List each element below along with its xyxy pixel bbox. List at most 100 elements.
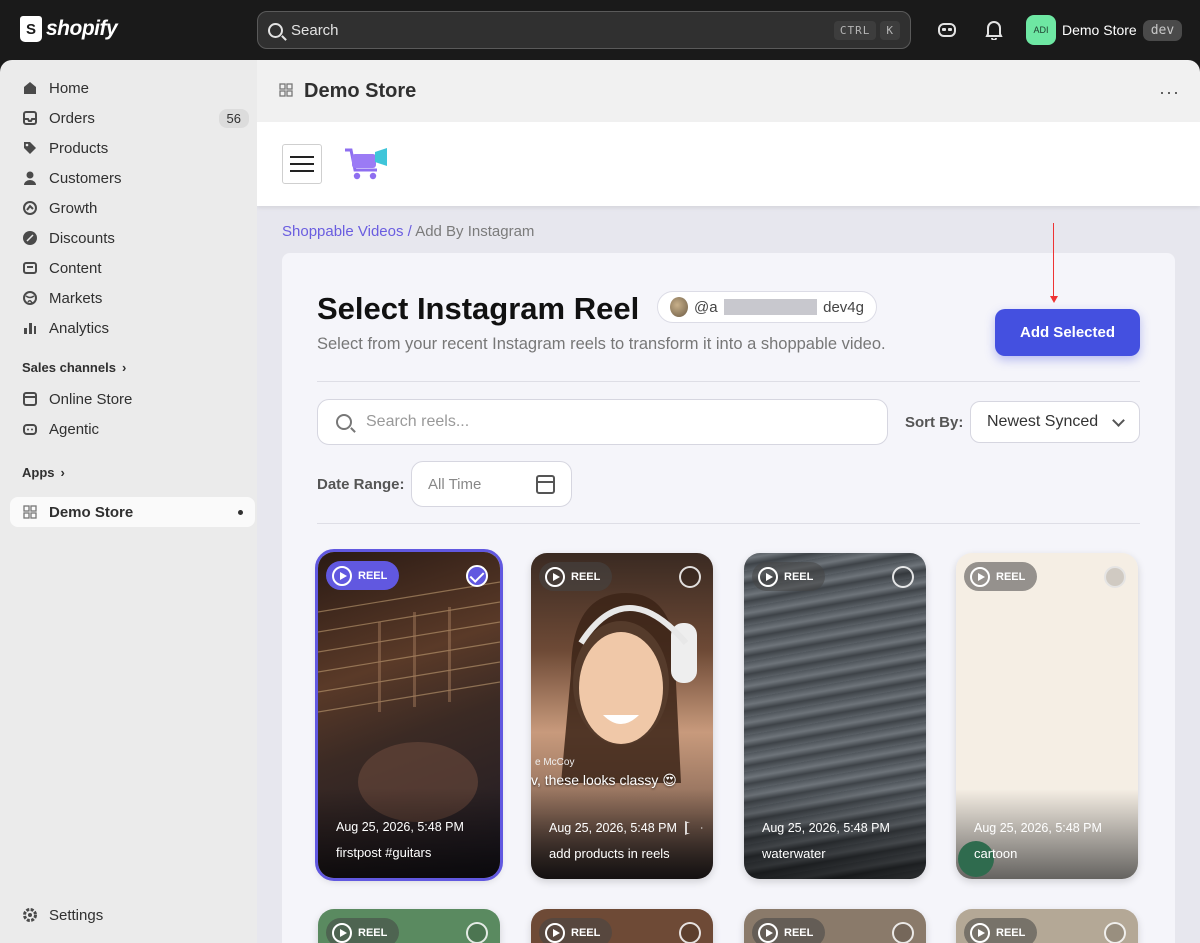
growth-icon xyxy=(22,200,38,216)
sidebar-item-label: Settings xyxy=(49,906,104,924)
sidebar-item-discounts[interactable]: Discounts xyxy=(10,223,255,253)
apps-header[interactable]: Apps › xyxy=(22,465,65,480)
orders-count-badge: 56 xyxy=(218,108,249,128)
reel-badge: REEL xyxy=(326,918,400,943)
reel-caption: firstpost #guitars xyxy=(336,845,432,860)
breadcrumb-current: Add By Instagram xyxy=(415,223,535,240)
sidebar-item-label: Home xyxy=(49,79,90,97)
app-title-bar: Demo Store ··· xyxy=(257,60,1200,122)
store-name: Demo Store xyxy=(1062,22,1137,38)
calendar-icon xyxy=(536,474,555,494)
reel-checkbox[interactable] xyxy=(466,565,488,587)
tag-icon xyxy=(22,140,38,156)
play-icon xyxy=(332,565,352,586)
chevron-down-icon xyxy=(1112,413,1125,427)
more-actions-button[interactable]: ··· xyxy=(1159,82,1180,103)
reel-search-input[interactable]: Search reels... xyxy=(317,399,888,445)
chevron-right-icon: › xyxy=(60,465,65,480)
app-header xyxy=(257,122,1200,206)
sidebar-item-label: Growth xyxy=(49,199,98,217)
search-placeholder: Search reels... xyxy=(366,413,470,430)
sidebar-item-orders[interactable]: Orders 56 xyxy=(10,103,255,133)
content-icon xyxy=(22,260,38,276)
shopify-logo[interactable]: shopify xyxy=(20,16,118,42)
page-title: Demo Store xyxy=(304,79,417,102)
breadcrumb-link[interactable]: Shoppable Videos / xyxy=(282,223,412,240)
reel-date: Aug 25, 2026, 5:48 PM xyxy=(336,820,464,834)
play-icon xyxy=(758,566,778,587)
sidebar-item-markets[interactable]: Markets xyxy=(10,283,255,313)
sidebar-item-settings[interactable]: Settings xyxy=(10,900,255,930)
reel-badge: REEL xyxy=(539,918,613,943)
reel-badge: REEL xyxy=(326,561,400,590)
reel-checkbox[interactable] xyxy=(466,922,488,943)
sidebar-item-customers[interactable]: Customers xyxy=(10,163,255,193)
play-icon xyxy=(970,922,990,943)
reel-card[interactable]: REEL xyxy=(531,909,713,943)
shopify-bag-icon xyxy=(20,16,42,42)
store-switcher[interactable]: ADI Demo Store dev xyxy=(1026,15,1183,45)
sidebar-item-agentic[interactable]: Agentic xyxy=(10,414,255,444)
sidebar-item-content[interactable]: Content xyxy=(10,253,255,283)
bell-icon[interactable] xyxy=(982,18,1006,42)
play-icon xyxy=(545,566,565,587)
sidebar-item-home[interactable]: Home xyxy=(10,73,255,103)
reel-badge: REEL xyxy=(964,562,1038,591)
instagram-account-chip: @a dev4g xyxy=(657,291,877,323)
sidebar-item-label: Demo Store xyxy=(49,503,134,521)
annotation-arrow-head xyxy=(1050,296,1058,303)
reel-date: Aug 25, 2026, 5:48 PM xyxy=(549,821,677,835)
reel-checkbox[interactable] xyxy=(1104,566,1126,588)
reel-checkbox[interactable] xyxy=(679,922,701,943)
reel-card[interactable]: REEL Aug 25, 2026, 5:48 PM waterwater xyxy=(744,553,926,879)
sidekick-icon[interactable] xyxy=(935,18,959,42)
app-grid-icon xyxy=(279,83,295,99)
reel-caption: waterwater xyxy=(762,846,826,861)
sort-label: Sort By: xyxy=(905,414,964,431)
bar-chart-icon xyxy=(22,320,38,336)
sidebar-item-demo-store-app[interactable]: Demo Store xyxy=(10,497,255,527)
reel-badge-label: REEL xyxy=(996,570,1026,583)
reel-badge-label: REEL xyxy=(358,926,388,939)
reel-card[interactable]: REEL xyxy=(744,909,926,943)
play-icon xyxy=(332,922,352,943)
menu-icon[interactable] xyxy=(282,144,322,184)
reel-badge-label: REEL xyxy=(996,926,1026,939)
search-placeholder: Search xyxy=(291,21,339,39)
sort-select[interactable]: Newest Synced xyxy=(970,401,1140,443)
sidebar-item-growth[interactable]: Growth xyxy=(10,193,255,223)
add-selected-button[interactable]: Add Selected xyxy=(995,309,1140,356)
reel-checkbox[interactable] xyxy=(679,566,701,588)
reel-checkbox[interactable] xyxy=(892,922,914,943)
reel-checkbox[interactable] xyxy=(892,566,914,588)
reel-overlay-name: e McCoy xyxy=(535,757,575,768)
env-badge: dev xyxy=(1142,19,1183,41)
person-icon xyxy=(22,170,38,186)
reel-caption: cartoon xyxy=(974,846,1018,861)
sidebar-item-products[interactable]: Products xyxy=(10,133,255,163)
reel-card[interactable]: REEL Aug 25, 2026, 5:48 PM cartoon xyxy=(956,553,1138,879)
select-reel-card: Select Instagram Reel @a dev4g Select fr… xyxy=(282,223,1175,943)
reel-card[interactable]: REEL xyxy=(956,909,1138,943)
reel-badge-label: REEL xyxy=(358,569,388,582)
date-range-picker[interactable]: All Time xyxy=(411,461,572,507)
sidebar-item-analytics[interactable]: Analytics xyxy=(10,313,255,343)
reel-card[interactable]: REEL xyxy=(318,909,500,943)
sales-channels-header[interactable]: Sales channels › xyxy=(22,360,126,375)
chevron-right-icon: › xyxy=(121,360,127,375)
reel-card[interactable]: e McCoy v, these looks classy 😍 REEL Aug… xyxy=(531,553,713,879)
play-icon xyxy=(970,566,990,587)
breadcrumb: Shoppable Videos / Add By Instagram xyxy=(282,223,534,240)
sidebar-item-label: Content xyxy=(49,259,102,277)
reel-checkbox[interactable] xyxy=(1104,922,1126,943)
agent-icon xyxy=(22,421,38,437)
shortcut-ctrl: CTRL xyxy=(833,20,877,40)
reel-card[interactable]: REEL Aug 25, 2026, 5:48 PM firstpost #gu… xyxy=(315,549,503,881)
store-icon xyxy=(22,391,38,407)
card-subtitle: Select from your recent Instagram reels … xyxy=(317,335,886,353)
inbox-icon xyxy=(22,110,38,126)
global-search[interactable]: Search CTRL K xyxy=(257,11,911,49)
play-icon xyxy=(758,922,778,943)
globe-icon xyxy=(22,290,38,306)
sidebar-item-online-store[interactable]: Online Store xyxy=(10,384,255,414)
